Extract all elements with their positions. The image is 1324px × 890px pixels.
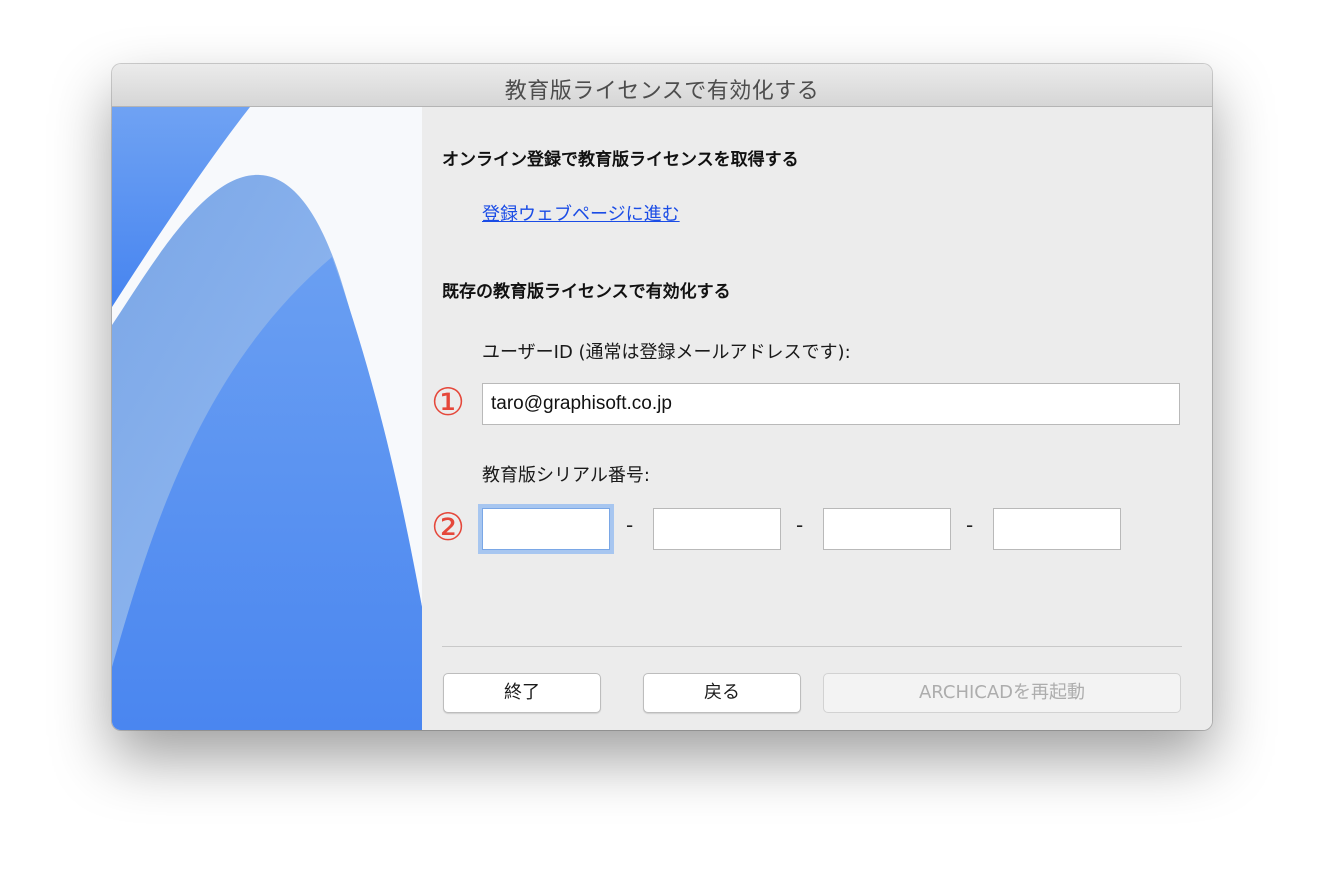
- serial-separator: -: [966, 513, 974, 537]
- serial-separator: -: [796, 513, 804, 537]
- quit-button[interactable]: 終了: [443, 673, 601, 713]
- existing-section-heading: 既存の教育版ライセンスで有効化する: [442, 282, 731, 302]
- serial-number-label: 教育版シリアル番号:: [482, 465, 650, 486]
- user-id-label: ユーザーID (通常は登録メールアドレスです):: [482, 342, 851, 363]
- title-bar[interactable]: 教育版ライセンスで有効化する: [112, 64, 1212, 107]
- footer-divider: [442, 646, 1182, 647]
- restart-archicad-button[interactable]: ARCHICADを再起動: [823, 673, 1181, 713]
- back-button[interactable]: 戻る: [643, 673, 801, 713]
- annotation-marker-2: ②: [430, 505, 466, 549]
- activation-dialog: 教育版ライセンスで有効化する オンライン登録で教育版ライセンスを取得する 登録ウ…: [112, 64, 1212, 730]
- registration-page-link[interactable]: 登録ウェブページに進む: [482, 200, 680, 226]
- serial-field-4[interactable]: [993, 508, 1121, 550]
- online-section-heading: オンライン登録で教育版ライセンスを取得する: [442, 150, 799, 170]
- serial-field-2[interactable]: [653, 508, 781, 550]
- side-illustration: [112, 107, 422, 730]
- serial-field-1[interactable]: [482, 508, 610, 550]
- annotation-marker-1: ①: [430, 380, 466, 424]
- serial-separator: -: [626, 513, 634, 537]
- user-id-input[interactable]: [482, 383, 1180, 425]
- archicad-wave-graphic: [112, 107, 422, 730]
- dialog-content: オンライン登録で教育版ライセンスを取得する 登録ウェブページに進む 既存の教育版…: [422, 107, 1212, 730]
- window-title: 教育版ライセンスで有効化する: [504, 79, 820, 104]
- serial-field-3[interactable]: [823, 508, 951, 550]
